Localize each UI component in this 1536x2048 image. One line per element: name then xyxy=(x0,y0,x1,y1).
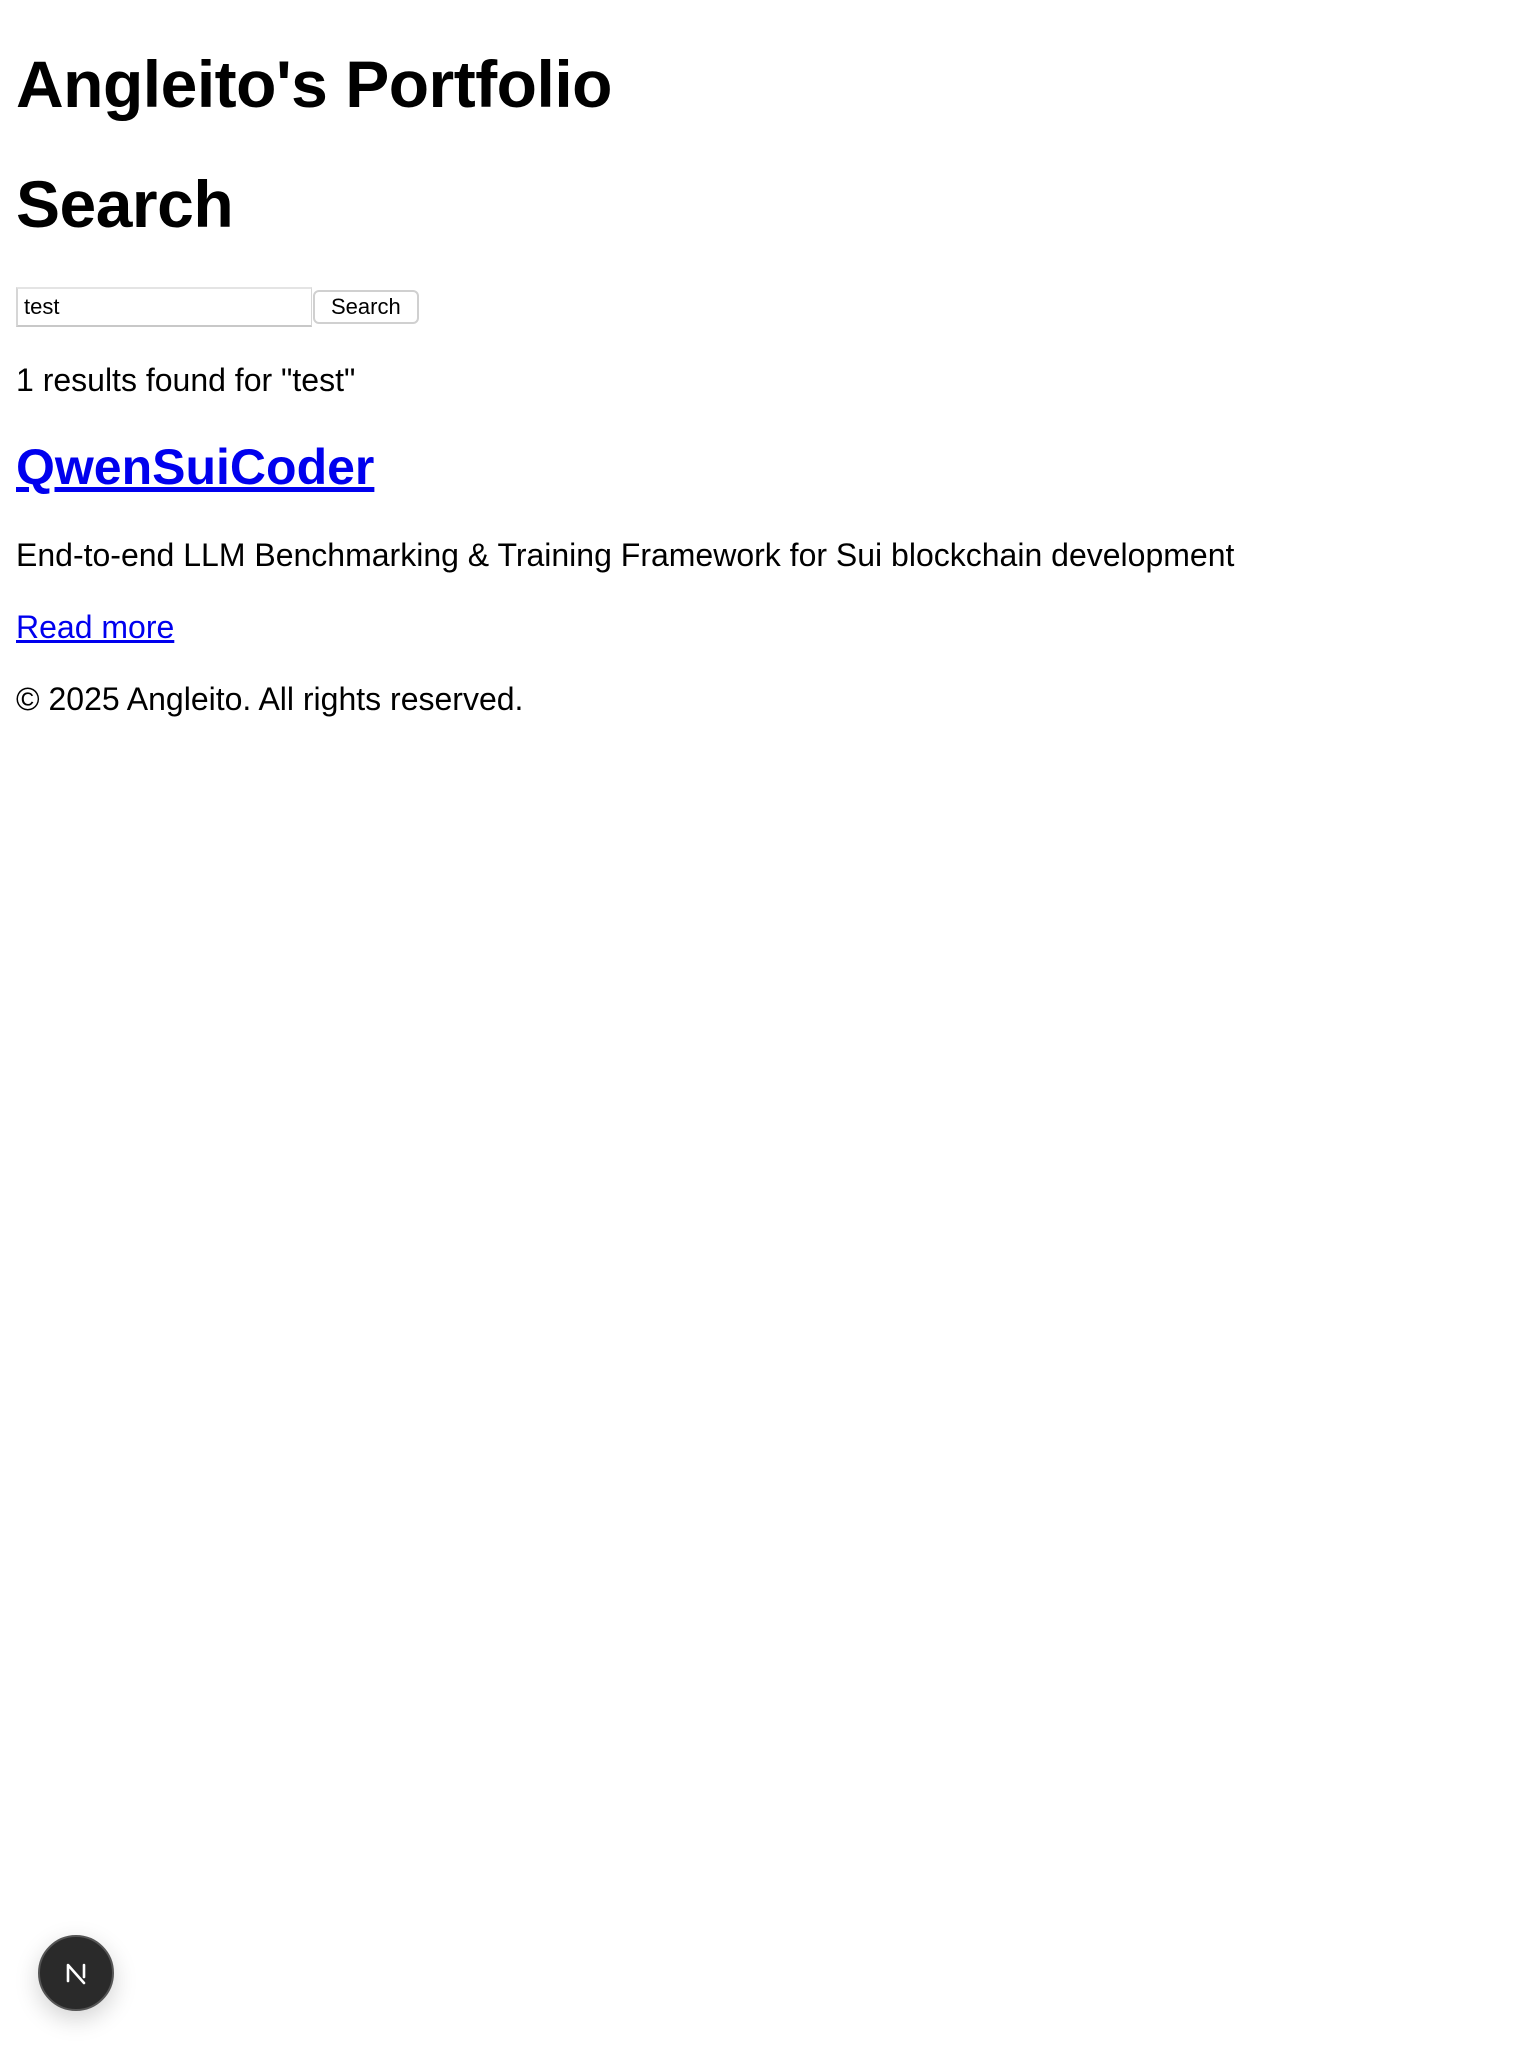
page-title: Search xyxy=(16,167,234,241)
search-button[interactable]: Search xyxy=(313,290,419,324)
search-form: Search xyxy=(16,287,419,327)
search-input[interactable] xyxy=(16,287,312,327)
nextjs-logo-icon xyxy=(66,1963,86,1985)
result-title-link[interactable]: QwenSuiCoder xyxy=(16,439,374,495)
result-description: End-to-end LLM Benchmarking & Training F… xyxy=(16,537,1235,573)
read-more-link[interactable]: Read more xyxy=(16,609,174,645)
read-more-container: Read more xyxy=(16,605,174,649)
results-summary: 1 results found for "test" xyxy=(16,362,356,398)
result-title: QwenSuiCoder xyxy=(16,436,374,498)
footer-copyright: © 2025 Angleito. All rights reserved. xyxy=(16,681,524,717)
site-title: Angleito's Portfolio xyxy=(16,47,613,121)
page: Angleito's Portfolio Search Search 1 res… xyxy=(0,0,1536,2048)
nextjs-devtools-button[interactable] xyxy=(38,1935,114,2011)
